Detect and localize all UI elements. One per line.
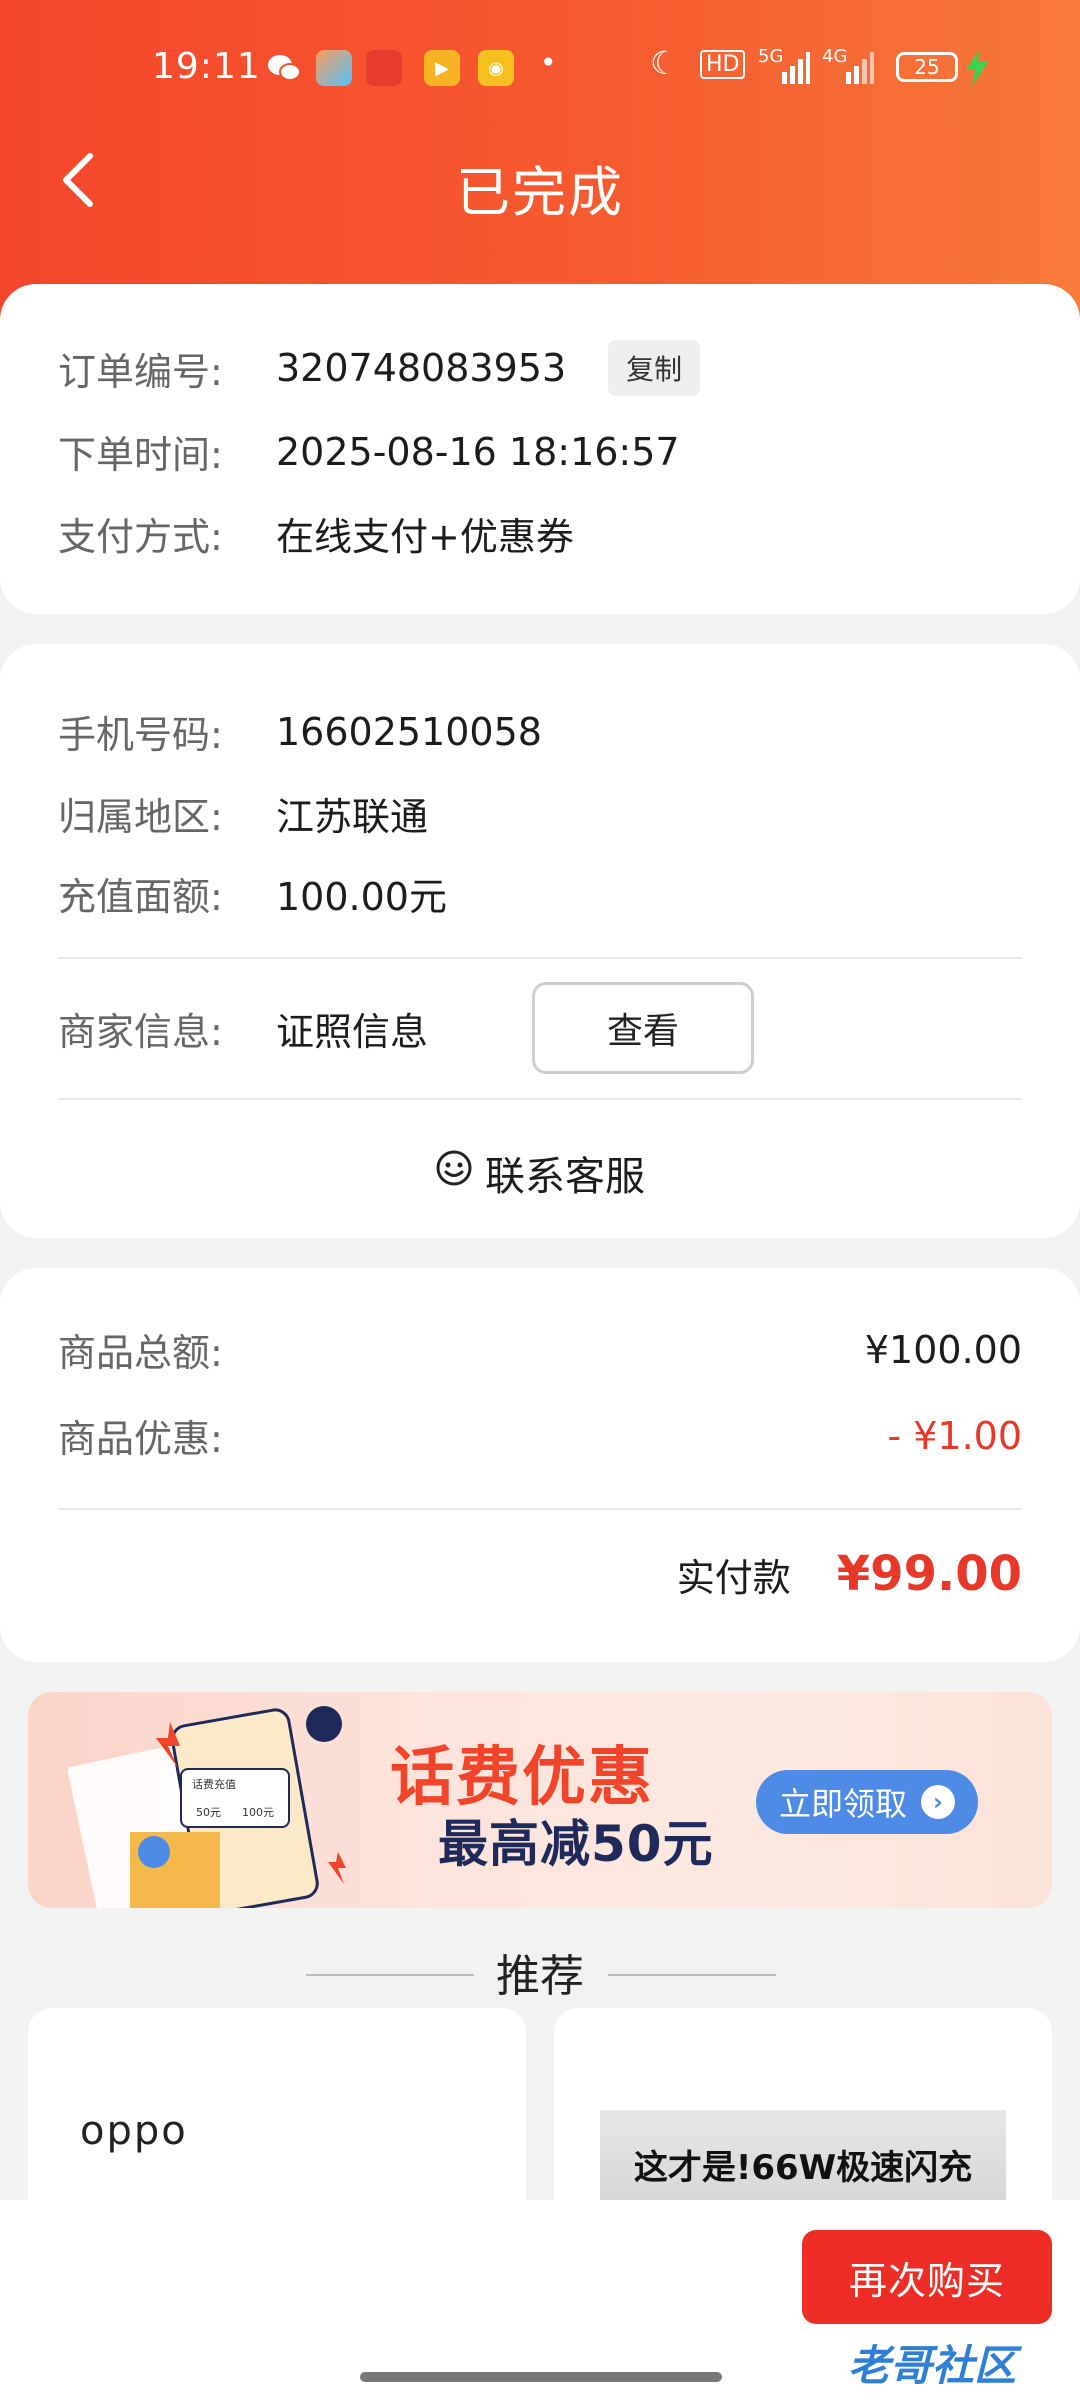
amount-value: 100.00元 [276, 875, 447, 919]
order-info-card: 订单编号: 320748083953 复制 下单时间: 2025-08-16 1… [0, 284, 1080, 614]
watermark: 老哥社区 [848, 2341, 1017, 2390]
paid-label: 实付款 [676, 1555, 791, 1600]
region-label: 归属地区: [58, 795, 223, 839]
moon-icon: ☾ [650, 44, 679, 82]
payment-method-value: 在线支付+优惠券 [276, 515, 574, 559]
amount-row: 充值面额: 100.00元 [58, 866, 447, 921]
order-time-label: 下单时间: [58, 433, 223, 477]
buy-again-button[interactable]: 再次购买 [802, 2230, 1052, 2324]
divider [58, 1098, 1022, 1100]
phone-value: 16602510058 [276, 709, 542, 754]
dot-icon: • [540, 46, 557, 79]
payment-method-label: 支付方式: [58, 515, 223, 559]
promo-banner[interactable]: 话费充值 50元 100元 话费优惠 最高减50元 立即领取 › [28, 1692, 1052, 1908]
banner-subtitle: 最高减50元 [438, 1815, 714, 1873]
discount-value: - ¥1.00 [887, 1413, 1022, 1458]
total-label: 商品总额: [58, 1331, 223, 1375]
weibo-icon: ◉ [478, 50, 514, 86]
total-row: 商品总额: ¥100.00 [58, 1322, 1022, 1377]
brand-logo: oppo [80, 2108, 188, 2154]
merchant-value: 证照信息 [276, 1009, 429, 1054]
payment-method-row: 支付方式: 在线支付+优惠券 [58, 506, 574, 561]
recharge-info-card: 手机号码: 16602510058 归属地区: 江苏联通 充值面额: 100.0… [0, 644, 1080, 1238]
view-license-button[interactable]: 查看 [532, 982, 754, 1074]
contact-service-label: 联系客服 [485, 1154, 645, 1200]
contact-service-button[interactable]: 联系客服 [0, 1144, 1080, 1202]
discount-label: 商品优惠: [58, 1417, 223, 1461]
payment-summary-card: 商品总额: ¥100.00 商品优惠: - ¥1.00 实付款 ¥99.00 [0, 1268, 1080, 1662]
status-bar: 19:11 ▶ ◉ • ☾ HD 5G 4G 25 [0, 40, 1080, 96]
divider [58, 1508, 1022, 1510]
price-card-50: 50元 [196, 1806, 221, 1819]
order-time-value: 2025-08-16 18:16:57 [276, 429, 680, 474]
hd-icon: HD [700, 50, 746, 79]
status-time: 19:11 [152, 46, 261, 87]
signal-4g-icon [846, 52, 874, 88]
app-icon [316, 50, 352, 86]
order-number-row: 订单编号: 320748083953 复制 [58, 340, 701, 396]
order-number-value: 320748083953 [276, 346, 567, 390]
total-value: ¥100.00 [864, 1327, 1022, 1372]
phone-row: 手机号码: 16602510058 [58, 704, 542, 759]
region-value: 江苏联通 [276, 795, 429, 839]
divider [58, 957, 1022, 959]
divider [608, 1974, 776, 1976]
5g-icon: 5G [758, 46, 784, 67]
4g-icon: 4G [822, 46, 848, 67]
chevron-right-icon: › [921, 1785, 955, 1819]
amount-label: 充值面额: [58, 875, 223, 919]
paid-row: 实付款 ¥99.00 [58, 1546, 1022, 1602]
signal-5g-icon [782, 52, 810, 88]
price-card: 话费充值 50元 100元 [180, 1768, 290, 1828]
claim-now-label: 立即领取 [778, 1785, 907, 1823]
merchant-row: 商家信息: 证照信息 查看 [58, 982, 1022, 1074]
region-row: 归属地区: 江苏联通 [58, 786, 428, 841]
order-time-row: 下单时间: 2025-08-16 18:16:57 [58, 424, 680, 479]
battery-icon: 25 [896, 52, 958, 82]
banner-illustration: 话费充值 50元 100元 [66, 1702, 388, 1908]
claim-now-button[interactable]: 立即领取 › [756, 1770, 978, 1834]
page-title: 已完成 [456, 161, 624, 224]
recommend-title: 推荐 [496, 1951, 584, 2002]
video-app-icon: ▶ [424, 50, 460, 86]
news-app-icon [366, 50, 402, 86]
paid-value: ¥99.00 [836, 1546, 1022, 1602]
home-indicator[interactable] [360, 2372, 722, 2382]
price-card-title: 话费充值 [192, 1778, 236, 1791]
copy-button[interactable]: 复制 [608, 340, 701, 396]
wechat-icon [266, 50, 302, 86]
charging-icon [966, 50, 988, 90]
phone-label: 手机号码: [58, 713, 223, 757]
price-card-100: 100元 [242, 1806, 274, 1819]
smile-icon [435, 1149, 473, 1197]
header: 19:11 ▶ ◉ • ☾ HD 5G 4G 25 已完成 [0, 0, 1080, 330]
order-number-label: 订单编号: [58, 349, 223, 394]
discount-row: 商品优惠: - ¥1.00 [58, 1408, 1022, 1463]
merchant-label: 商家信息: [58, 1009, 223, 1054]
product-caption: 这才是!66W极速闪充 [633, 2148, 973, 2188]
